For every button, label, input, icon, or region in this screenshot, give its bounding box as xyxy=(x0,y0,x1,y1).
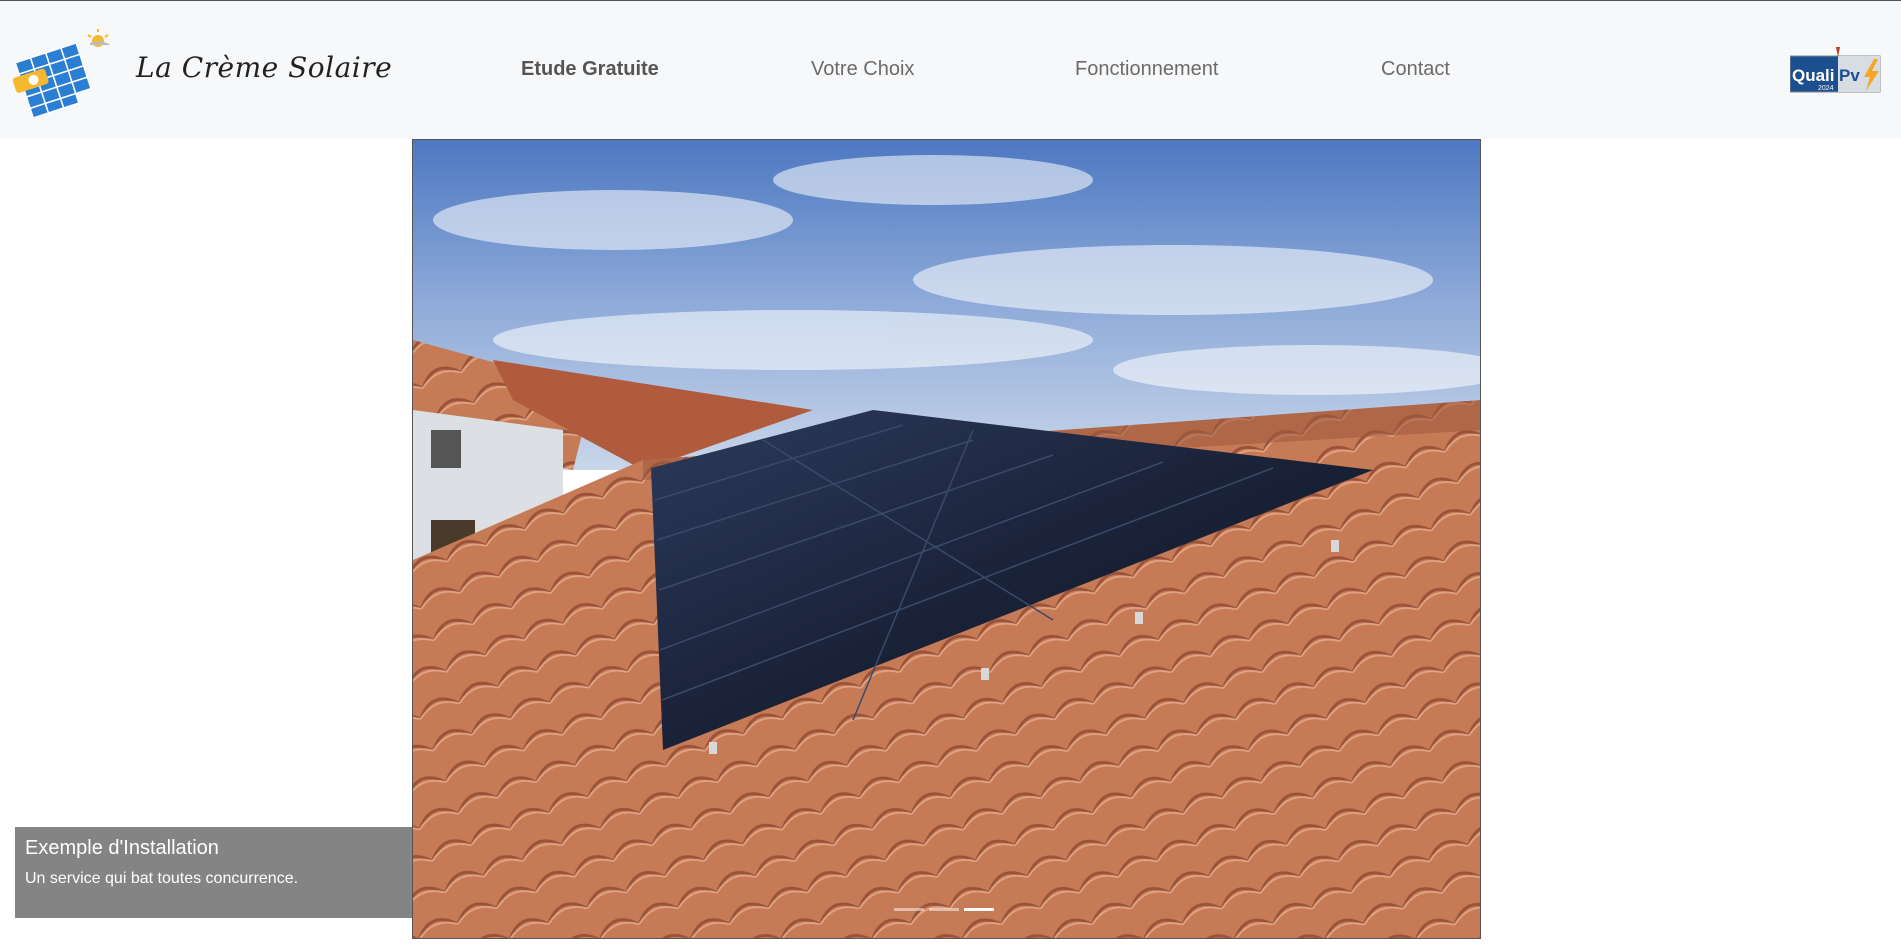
nav-fonctionnement[interactable]: Fonctionnement xyxy=(1075,58,1218,81)
carousel-indicator-1[interactable] xyxy=(894,908,924,911)
navbar: La Crème Solaire Etude Gratuite Votre Ch… xyxy=(0,1,1901,139)
carousel-indicator-2[interactable] xyxy=(929,908,959,911)
nav-etude-gratuite[interactable]: Etude Gratuite xyxy=(521,58,659,81)
badge-pv-text: Pv xyxy=(1839,66,1860,85)
badge-year-text: 2024 xyxy=(1818,85,1834,92)
badge-quali-text: Quali xyxy=(1792,66,1835,85)
hero-carousel[interactable] xyxy=(412,139,1481,939)
solar-panel-logo-icon[interactable] xyxy=(12,27,114,119)
carousel-indicator-3[interactable] xyxy=(964,908,994,911)
nav-votre-choix[interactable]: Votre Choix xyxy=(811,58,914,81)
qualipv-badge-icon: Quali Pv 2024 xyxy=(1789,45,1882,95)
hero-image-solar-roof xyxy=(413,140,1480,938)
carousel-caption: Exemple d'Installation Un service qui ba… xyxy=(15,827,412,918)
caption-title: Exemple d'Installation xyxy=(25,837,219,859)
brand-name[interactable]: La Crème Solaire xyxy=(136,51,392,84)
carousel-indicators xyxy=(894,908,994,911)
nav-contact[interactable]: Contact xyxy=(1381,58,1450,81)
caption-text: Un service qui bat toutes concurrence. xyxy=(25,870,299,887)
